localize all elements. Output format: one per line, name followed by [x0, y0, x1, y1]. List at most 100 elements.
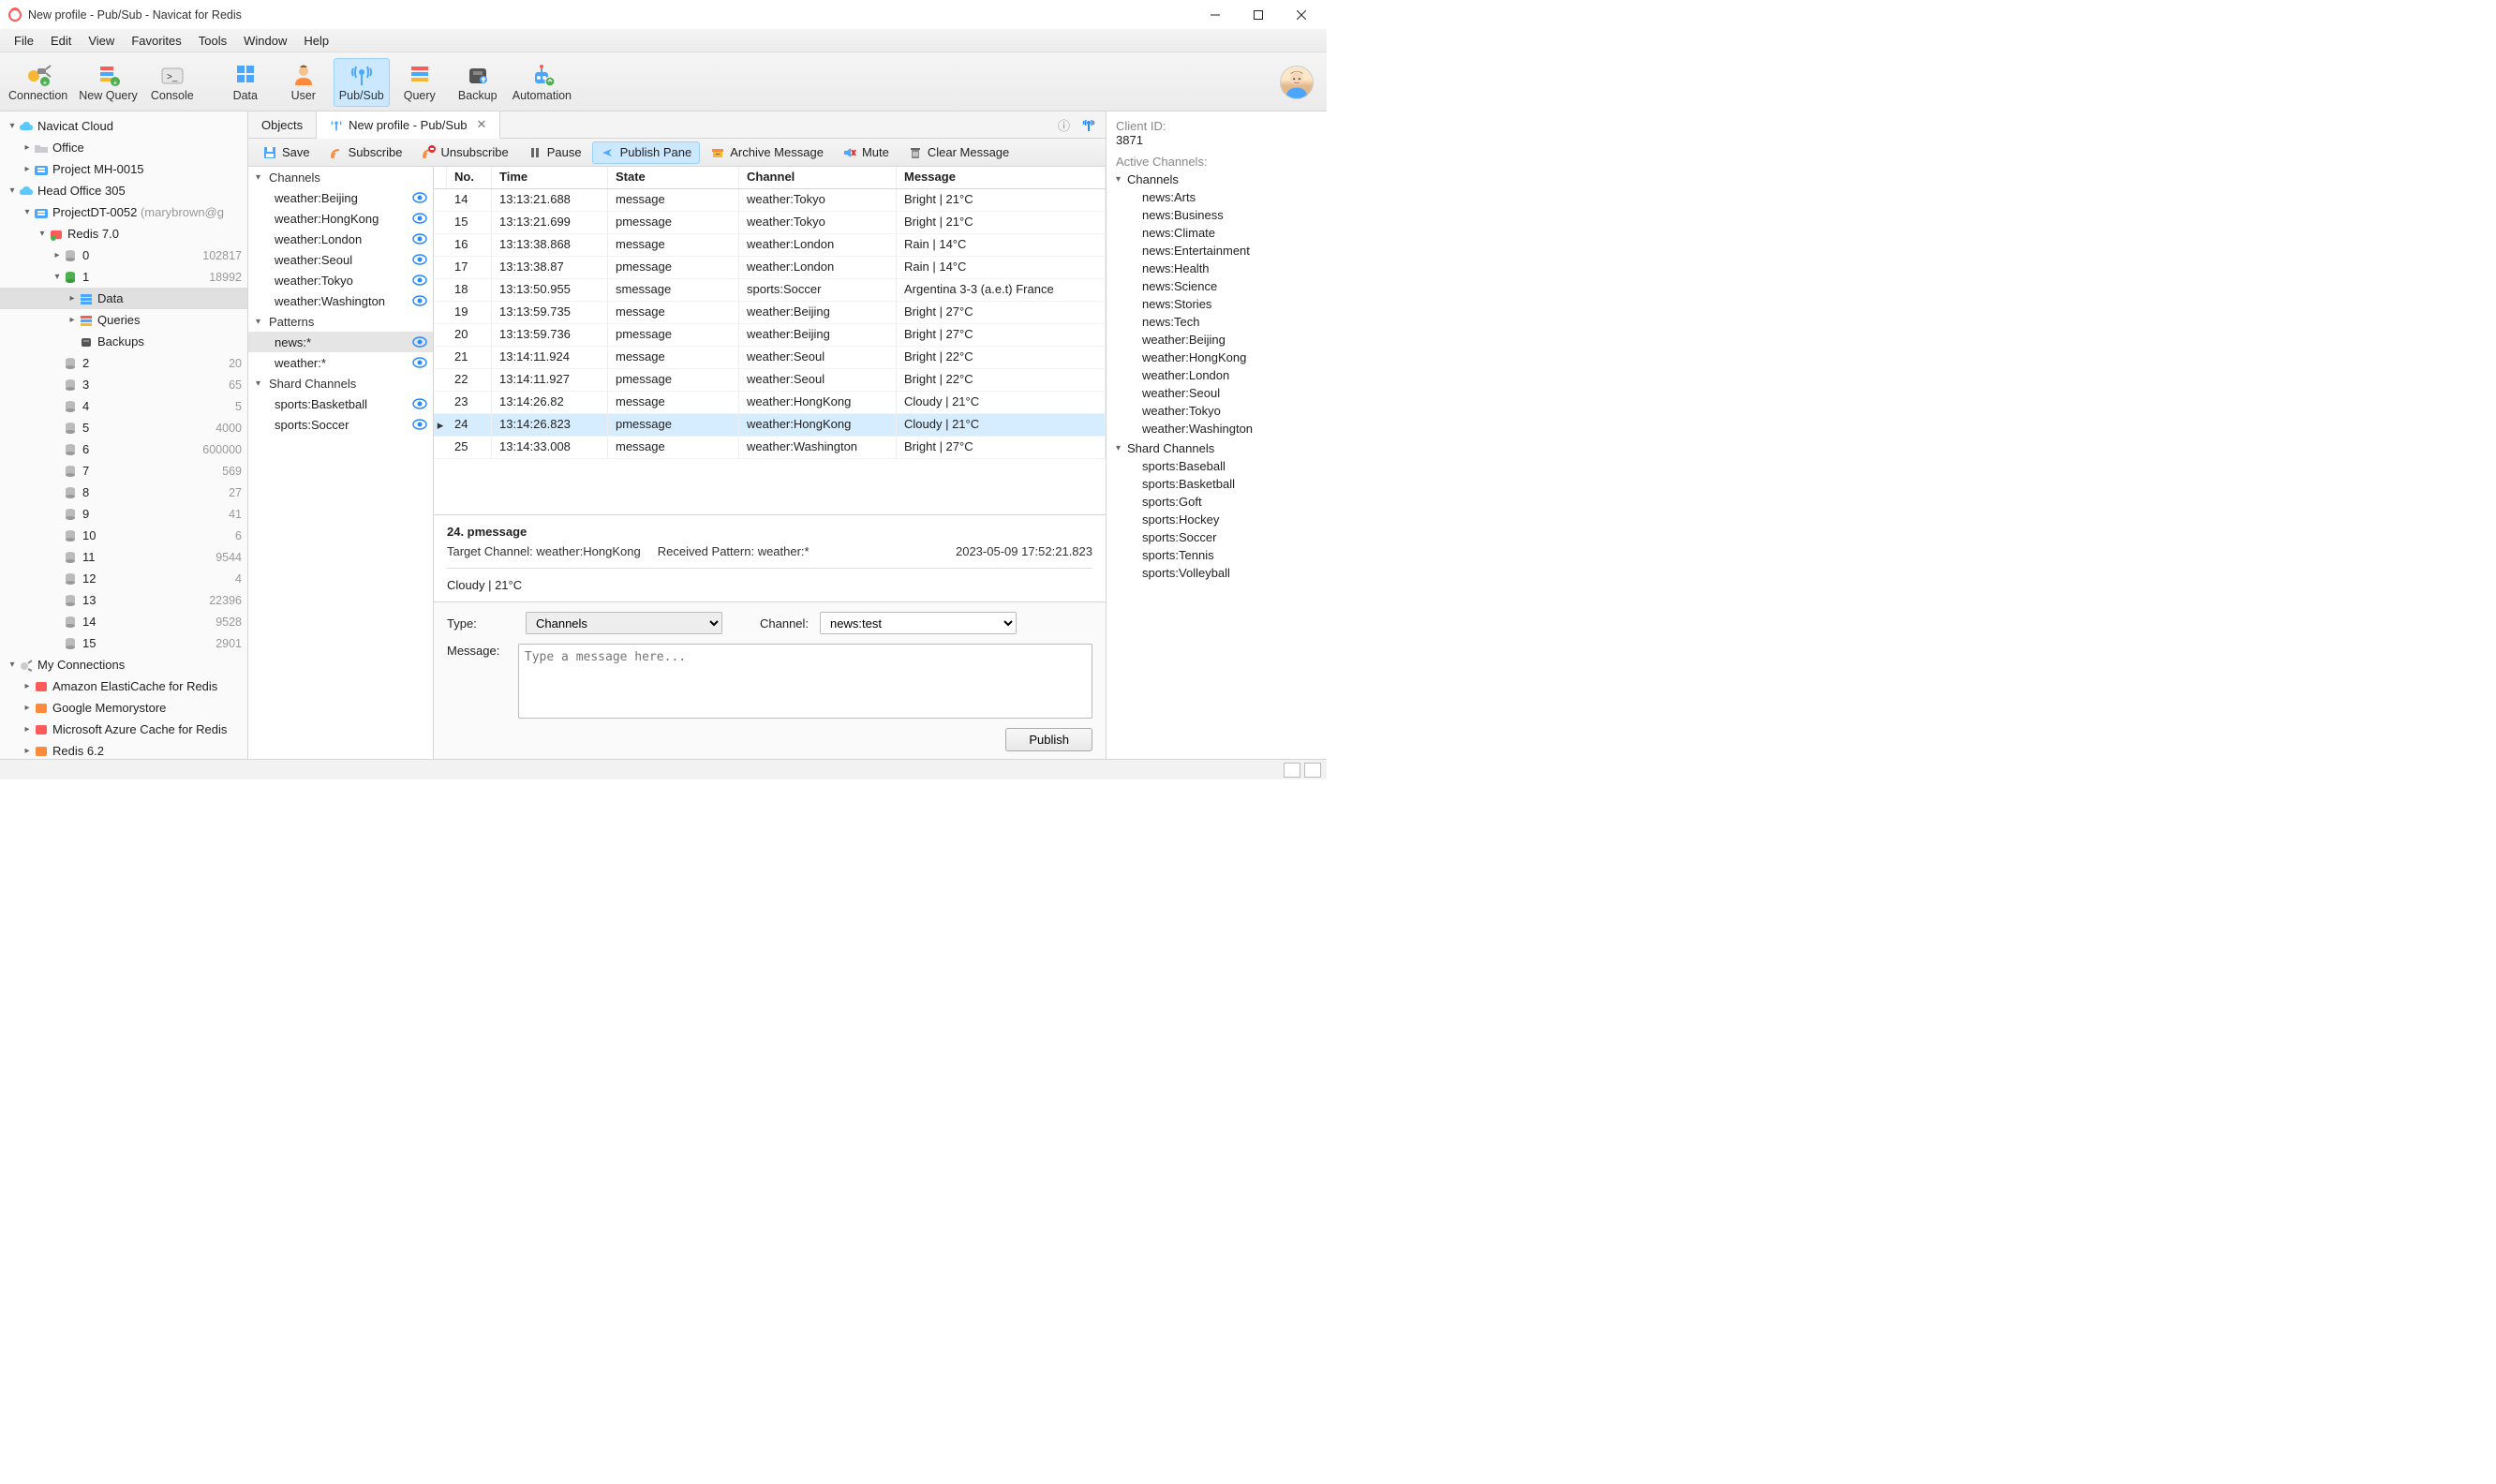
toolbar-connection[interactable]: +Connection [4, 58, 72, 107]
tree-node[interactable]: 106 [0, 525, 247, 546]
avatar[interactable] [1280, 66, 1314, 99]
tree-node[interactable]: Backups [0, 331, 247, 352]
eye-icon[interactable] [412, 254, 427, 265]
channels-panel[interactable]: ▾Channelsweather:Beijingweather:HongKong… [248, 167, 434, 759]
tree-node[interactable]: ▸Queries [0, 309, 247, 331]
message-row[interactable]: 1913:13:59.735messageweather:BeijingBrig… [434, 302, 1106, 324]
twisty-icon[interactable]: ▸ [21, 142, 34, 153]
right-channel-item[interactable]: sports:Basketball [1116, 475, 1317, 493]
tree-node[interactable]: 7569 [0, 460, 247, 482]
tree-node[interactable]: 149528 [0, 611, 247, 632]
tree-node[interactable]: 119544 [0, 546, 247, 568]
action-archive-message[interactable]: Archive Message [702, 141, 832, 164]
message-row[interactable]: 2113:14:11.924messageweather:SeoulBright… [434, 347, 1106, 369]
right-channel-item[interactable]: sports:Volleyball [1116, 564, 1317, 582]
right-channel-item[interactable]: weather:Beijing [1116, 331, 1317, 349]
publish-button[interactable]: Publish [1005, 728, 1092, 751]
message-row[interactable]: 1513:13:21.699pmessageweather:TokyoBrigh… [434, 212, 1106, 234]
message-row[interactable]: 2513:14:33.008messageweather:WashingtonB… [434, 437, 1106, 459]
tree-node[interactable]: ▸Office [0, 137, 247, 158]
right-channel-item[interactable]: news:Climate [1116, 224, 1317, 242]
right-channel-item[interactable]: news:Entertainment [1116, 242, 1317, 260]
twisty-icon[interactable]: ▸ [21, 164, 34, 174]
tree-node[interactable]: ▾Head Office 305 [0, 180, 247, 201]
tree-node[interactable]: 152901 [0, 632, 247, 654]
message-row[interactable]: 1713:13:38.87pmessageweather:LondonRain … [434, 257, 1106, 279]
toolbar-console[interactable]: >_Console [144, 58, 201, 107]
right-section-header[interactable]: ▾Shard Channels [1116, 441, 1317, 455]
menu-help[interactable]: Help [295, 31, 337, 51]
channel-item[interactable]: sports:Soccer [248, 414, 433, 435]
right-channel-item[interactable]: sports:Soccer [1116, 528, 1317, 546]
eye-icon[interactable] [412, 275, 427, 286]
panel-toggle-right[interactable] [1304, 763, 1321, 778]
col-header-channel[interactable]: Channel [739, 167, 897, 188]
action-subscribe[interactable]: Subscribe [320, 141, 411, 164]
message-row[interactable]: 1613:13:38.868messageweather:LondonRain … [434, 234, 1106, 257]
eye-icon[interactable] [412, 357, 427, 368]
channel-item[interactable]: news:* [248, 332, 433, 352]
channel-item[interactable]: weather:London [248, 229, 433, 249]
twisty-icon[interactable]: ▸ [66, 315, 79, 325]
channel-item[interactable]: sports:Basketball [248, 393, 433, 414]
action-save[interactable]: Save [254, 141, 319, 164]
twisty-icon[interactable]: ▸ [21, 681, 34, 691]
right-channel-item[interactable]: weather:Washington [1116, 420, 1317, 438]
twisty-icon[interactable]: ▸ [21, 746, 34, 756]
message-row[interactable]: 2313:14:26.82messageweather:HongKongClou… [434, 392, 1106, 414]
toolbar-automation[interactable]: Automation [508, 58, 576, 107]
info-icon[interactable]: ⓘ [1058, 116, 1070, 134]
twisty-icon[interactable]: ▾ [6, 660, 19, 670]
eye-icon[interactable] [412, 233, 427, 245]
channel-select[interactable]: news:test [820, 612, 1017, 634]
twisty-icon[interactable]: ▸ [66, 293, 79, 304]
toolbar-backup[interactable]: Backup [450, 58, 506, 107]
type-select[interactable]: Channels [526, 612, 722, 634]
right-channel-item[interactable]: weather:London [1116, 366, 1317, 384]
menu-window[interactable]: Window [235, 31, 295, 51]
right-channel-item[interactable]: news:Tech [1116, 313, 1317, 331]
tree-node[interactable]: ▾Navicat Cloud [0, 115, 247, 137]
close-button[interactable] [1280, 1, 1323, 29]
menu-tools[interactable]: Tools [190, 31, 235, 51]
right-channel-item[interactable]: news:Arts [1116, 188, 1317, 206]
tree-node[interactable]: ▾ProjectDT-0052 (marybrown@g [0, 201, 247, 223]
toolbar-new-query[interactable]: +New Query [74, 58, 142, 107]
toolbar-query[interactable]: Query [392, 58, 448, 107]
toolbar-pub/sub[interactable]: Pub/Sub [334, 58, 390, 107]
toolbar-data[interactable]: Data [217, 58, 274, 107]
tree-node[interactable]: ▸0102817 [0, 245, 247, 266]
twisty-icon[interactable]: ▾ [21, 207, 34, 217]
tree-node[interactable]: ▸Google Memorystore [0, 697, 247, 719]
channel-group-header[interactable]: ▾Patterns [248, 311, 433, 332]
right-channel-item[interactable]: news:Business [1116, 206, 1317, 224]
right-channel-item[interactable]: sports:Baseball [1116, 457, 1317, 475]
tree-node[interactable]: 827 [0, 482, 247, 503]
action-unsubscribe[interactable]: Unsubscribe [412, 141, 516, 164]
tree-node[interactable]: 54000 [0, 417, 247, 438]
channel-item[interactable]: weather:HongKong [248, 208, 433, 229]
right-channel-item[interactable]: news:Science [1116, 277, 1317, 295]
toolbar-user[interactable]: User [275, 58, 332, 107]
message-input[interactable] [518, 644, 1092, 719]
action-pause[interactable]: Pause [519, 141, 590, 164]
right-channel-item[interactable]: weather:Tokyo [1116, 402, 1317, 420]
channel-item[interactable]: weather:Tokyo [248, 270, 433, 290]
twisty-icon[interactable]: ▾ [51, 272, 64, 282]
tab-close-icon[interactable]: ✕ [477, 117, 487, 132]
message-row[interactable]: 2013:13:59.736pmessageweather:BeijingBri… [434, 324, 1106, 347]
col-header-message[interactable]: Message [897, 167, 1106, 188]
eye-icon[interactable] [412, 295, 427, 306]
eye-icon[interactable] [412, 398, 427, 409]
tree-node[interactable]: 6600000 [0, 438, 247, 460]
channel-group-header[interactable]: ▾Channels [248, 167, 433, 187]
channel-item[interactable]: weather:Beijing [248, 187, 433, 208]
menu-file[interactable]: File [6, 31, 42, 51]
right-channel-item[interactable]: news:Health [1116, 260, 1317, 277]
right-channel-item[interactable]: sports:Hockey [1116, 511, 1317, 528]
channel-item[interactable]: weather:Washington [248, 290, 433, 311]
right-channel-item[interactable]: weather:HongKong [1116, 349, 1317, 366]
twisty-icon[interactable]: ▸ [21, 703, 34, 713]
eye-icon[interactable] [412, 213, 427, 224]
action-publish-pane[interactable]: Publish Pane [592, 141, 701, 164]
